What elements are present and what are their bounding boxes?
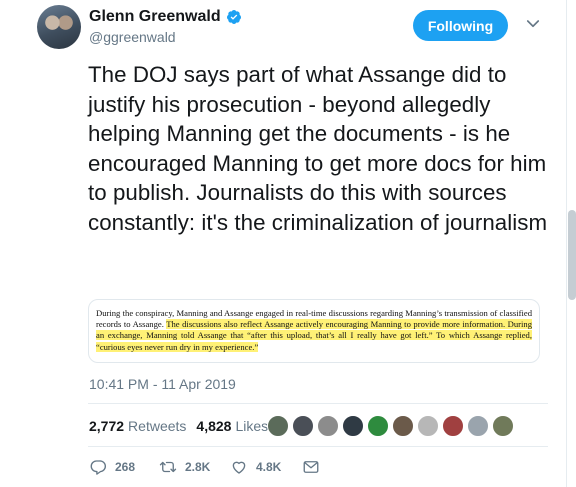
document-text: During the conspiracy, Manning and Assan… [96, 308, 532, 353]
like-button[interactable]: 4.8K [230, 458, 302, 476]
tweet-timestamp[interactable]: 10:41 PM - 11 Apr 2019 [89, 376, 236, 392]
reply-button[interactable]: 268 [89, 458, 159, 476]
liker-avatar[interactable] [442, 415, 464, 437]
like-count: 4.8K [256, 460, 282, 474]
attached-document-image[interactable]: During the conspiracy, Manning and Assan… [88, 299, 540, 363]
retweets-label: Retweets [128, 418, 187, 434]
reply-count: 268 [115, 460, 136, 474]
following-button[interactable]: Following [413, 10, 508, 41]
engagement-stats: 2,772 Retweets 4,828 Likes [89, 418, 278, 434]
likes-label: Likes [235, 418, 269, 434]
liker-avatar[interactable] [417, 415, 439, 437]
scrollbar-thumb[interactable] [568, 210, 576, 300]
tweet-text: The DOJ says part of what Assange did to… [88, 62, 548, 235]
likes-count: 4,828 [196, 418, 232, 434]
tweet: Glenn Greenwald @ggreenwald Following Th… [0, 0, 576, 487]
author-name-row[interactable]: Glenn Greenwald [89, 8, 242, 26]
retweet-button[interactable]: 2.8K [159, 458, 230, 476]
retweets-count: 2,772 [89, 418, 125, 434]
retweets-stat[interactable]: 2,772 Retweets [89, 418, 186, 434]
envelope-icon [303, 461, 319, 473]
avatar[interactable] [37, 5, 81, 49]
liker-avatar[interactable] [367, 415, 389, 437]
liker-avatar[interactable] [267, 415, 289, 437]
retweet-count: 2.8K [185, 460, 211, 474]
display-name[interactable]: Glenn Greenwald [89, 8, 221, 26]
liker-avatar[interactable] [342, 415, 364, 437]
liker-avatar[interactable] [392, 415, 414, 437]
chevron-down-icon[interactable] [524, 15, 542, 33]
divider [88, 446, 548, 447]
liker-avatar[interactable] [292, 415, 314, 437]
liker-avatars [267, 415, 517, 437]
verified-badge-icon [226, 10, 241, 24]
tweet-actions: 268 2.8K 4.8K [89, 458, 328, 476]
liker-avatar[interactable] [467, 415, 489, 437]
author-handle[interactable]: @ggreenwald [89, 29, 176, 45]
divider [88, 403, 548, 404]
direct-message-button[interactable] [302, 458, 328, 476]
likes-stat[interactable]: 4,828 Likes [196, 418, 268, 434]
reply-icon [90, 460, 107, 475]
retweet-icon [159, 461, 177, 473]
liker-avatar[interactable] [492, 415, 514, 437]
liker-avatar[interactable] [317, 415, 339, 437]
heart-icon [232, 461, 246, 474]
